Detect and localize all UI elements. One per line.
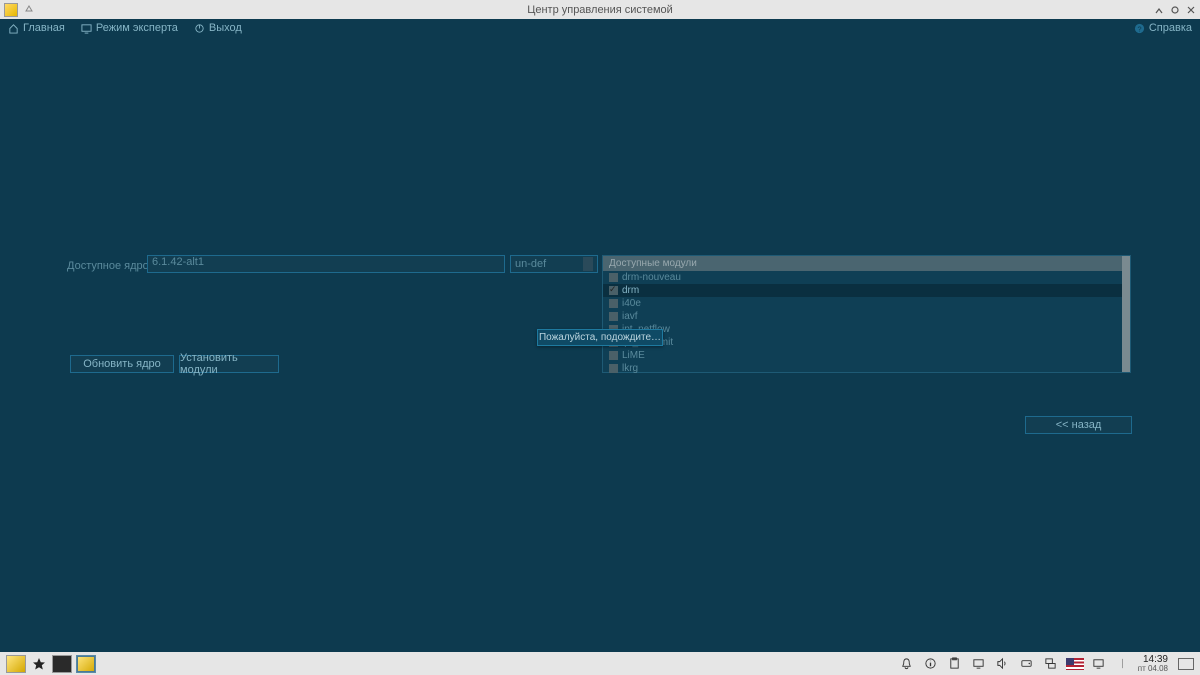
checkbox-icon[interactable]: [609, 351, 618, 360]
main-area: Доступное ядро: 6.1.42-alt1 un-def Обнов…: [0, 37, 1200, 652]
disk-icon[interactable]: [1018, 655, 1036, 673]
taskbar: 14:39 пт 04.08: [0, 652, 1200, 675]
module-item[interactable]: ipt_ratelimit: [603, 336, 1130, 349]
menu-help-label: Справка: [1149, 22, 1192, 34]
module-item[interactable]: lkrg: [603, 362, 1130, 375]
back-button-label: << назад: [1056, 419, 1102, 431]
exit-icon: [194, 23, 205, 34]
update-kernel-label: Обновить ядро: [83, 358, 160, 370]
checkbox-icon[interactable]: [609, 286, 618, 295]
module-item-label: drm-nouveau: [622, 272, 681, 283]
tray-divider-icon: [1114, 655, 1132, 673]
install-modules-label: Установить модули: [180, 352, 278, 376]
module-item-label: LiME: [622, 350, 645, 361]
kernel-label: Доступное ядро:: [67, 260, 152, 272]
kernel-input[interactable]: 6.1.42-alt1: [147, 255, 505, 273]
checkbox-icon[interactable]: [609, 273, 618, 282]
loading-text: Пожалуйста, подождите…: [539, 332, 661, 343]
home-icon: [8, 23, 19, 34]
clock-time: 14:39: [1138, 655, 1168, 665]
install-modules-button[interactable]: Установить модули: [179, 355, 279, 373]
loading-popup: Пожалуйста, подождите…: [537, 329, 663, 346]
clock[interactable]: 14:39 пт 04.08: [1138, 655, 1168, 673]
up-arrow-icon[interactable]: [24, 4, 36, 16]
available-modules-listbox: Доступные модули drm-nouveaudrmi40eiavfi…: [602, 255, 1131, 373]
module-item-label: i40e: [622, 298, 641, 309]
window-title: Центр управления системой: [527, 4, 673, 16]
menu-exit[interactable]: Выход: [194, 22, 242, 34]
module-item-label: lkrg: [622, 363, 638, 374]
kernel-type-value: un-def: [515, 258, 546, 270]
kernel-input-value: 6.1.42-alt1: [152, 256, 204, 268]
menu-home[interactable]: Главная: [8, 22, 65, 34]
modules-header: Доступные модули: [603, 256, 1130, 271]
monitor-icon: [81, 23, 92, 34]
module-item[interactable]: iavf: [603, 310, 1130, 323]
clock-date: пт 04.08: [1138, 665, 1168, 673]
kernel-type-select[interactable]: un-def: [510, 255, 598, 273]
clipboard-icon[interactable]: [946, 655, 964, 673]
menu-expert-label: Режим эксперта: [96, 22, 178, 34]
back-button[interactable]: << назад: [1025, 416, 1132, 434]
task-control-center[interactable]: [76, 655, 96, 673]
checkbox-icon[interactable]: [609, 299, 618, 308]
checkbox-icon[interactable]: [609, 312, 618, 321]
volume-icon[interactable]: [994, 655, 1012, 673]
update-kernel-button[interactable]: Обновить ядро: [70, 355, 174, 373]
checkbox-icon[interactable]: [609, 364, 618, 373]
menu-home-label: Главная: [23, 22, 65, 34]
favorites-icon[interactable]: [30, 655, 48, 673]
keyboard-layout-flag[interactable]: [1066, 658, 1084, 670]
help-icon: ?: [1134, 23, 1145, 34]
minimize-icon[interactable]: [1154, 5, 1164, 15]
tray-monitor-icon[interactable]: [1090, 655, 1108, 673]
task-terminal[interactable]: [52, 655, 72, 673]
module-item[interactable]: drm-nouveau: [603, 271, 1130, 284]
notifications-icon[interactable]: [898, 655, 916, 673]
scrollbar[interactable]: [1122, 256, 1130, 372]
chevron-down-icon: [583, 257, 593, 271]
app-icon: [4, 3, 18, 17]
window-titlebar: Центр управления системой: [0, 0, 1200, 19]
info-icon[interactable]: [922, 655, 940, 673]
module-item-label: drm: [622, 285, 639, 296]
display-icon[interactable]: [970, 655, 988, 673]
start-menu-icon[interactable]: [6, 655, 26, 673]
module-item[interactable]: ipt_netflow: [603, 323, 1130, 336]
module-item[interactable]: i40e: [603, 297, 1130, 310]
menubar: Главная Режим эксперта Выход ? Справка: [0, 19, 1200, 37]
menu-expert[interactable]: Режим эксперта: [81, 22, 178, 34]
svg-text:?: ?: [1137, 24, 1141, 33]
maximize-icon[interactable]: [1170, 5, 1180, 15]
system-tray: 14:39 пт 04.08: [898, 655, 1194, 673]
show-desktop-button[interactable]: [1178, 658, 1194, 670]
menu-exit-label: Выход: [209, 22, 242, 34]
module-item[interactable]: drm: [603, 284, 1130, 297]
network-icon[interactable]: [1042, 655, 1060, 673]
close-icon[interactable]: [1186, 5, 1196, 15]
module-item-label: iavf: [622, 311, 638, 322]
menu-help[interactable]: ? Справка: [1134, 22, 1192, 34]
module-item[interactable]: LiME: [603, 349, 1130, 362]
